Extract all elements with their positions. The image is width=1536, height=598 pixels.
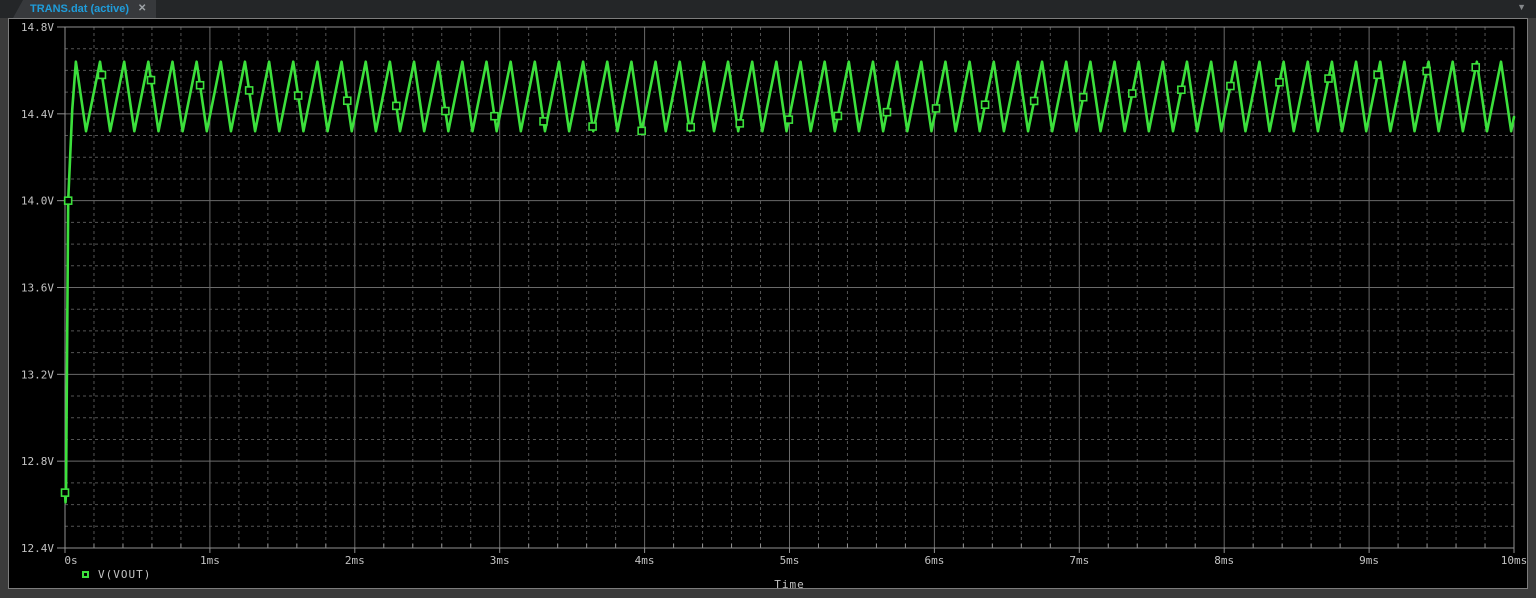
x-tick-label: 9ms	[1359, 554, 1379, 567]
data-point-marker	[195, 80, 205, 90]
data-point-marker	[1324, 74, 1333, 83]
x-tick-label: 7ms	[1069, 554, 1089, 567]
data-point-marker	[60, 488, 70, 497]
x-tick-label: 2ms	[345, 554, 365, 567]
data-point-marker	[735, 119, 745, 128]
data-point-marker	[342, 96, 352, 106]
data-point-marker	[1177, 85, 1186, 95]
data-point-marker	[1078, 92, 1088, 102]
data-point-marker	[882, 107, 892, 117]
y-tick-label: 13.6V	[21, 282, 54, 295]
x-tick-label: 3ms	[490, 554, 510, 567]
data-point-marker	[441, 106, 450, 116]
trace-legend-square-icon	[82, 571, 89, 578]
data-point-marker	[97, 70, 107, 80]
x-tick-label: 5ms	[780, 554, 800, 567]
data-point-marker	[1471, 63, 1481, 72]
data-point-marker	[146, 75, 156, 85]
y-tick-label: 12.4V	[21, 542, 54, 555]
x-tick-label: 0s	[64, 554, 77, 567]
data-point-marker	[637, 126, 646, 136]
waveform-plot-canvas[interactable]: 14.8V 14.4V 14.0V 13.6V 13.2V 12.8V 12.4V 0s 1ms…	[0, 0, 1536, 598]
data-point-marker	[244, 86, 254, 95]
x-tick-label: 1ms	[200, 554, 220, 567]
data-point-marker	[539, 117, 548, 126]
y-tick-label: 13.2V	[21, 368, 54, 381]
data-point-marker	[1029, 96, 1039, 106]
y-tick-label: 14.8V	[21, 21, 54, 34]
data-point-marker	[1373, 70, 1382, 80]
data-point-marker	[1226, 81, 1235, 91]
data-point-marker	[63, 196, 73, 205]
data-point-marker	[588, 122, 597, 131]
data-point-marker	[980, 100, 990, 109]
data-point-marker	[833, 111, 843, 121]
x-tick-label: 8ms	[1214, 554, 1234, 567]
y-tick-label: 14.0V	[21, 195, 54, 208]
y-tick-label: 12.8V	[21, 455, 54, 468]
data-point-marker	[686, 122, 696, 132]
data-point-marker	[1127, 89, 1137, 98]
data-point-marker	[784, 115, 794, 124]
data-point-marker	[1275, 77, 1284, 87]
x-tick-label: 4ms	[635, 554, 655, 567]
x-tick-label: 10ms	[1501, 554, 1528, 567]
x-axis-title: Time	[774, 578, 805, 591]
x-tick-label: 6ms	[924, 554, 944, 567]
data-point-marker	[1422, 66, 1431, 76]
data-point-marker	[293, 91, 303, 100]
data-point-marker	[490, 111, 499, 121]
y-tick-label: 14.4V	[21, 108, 54, 121]
data-point-marker	[392, 101, 401, 111]
data-point-marker	[931, 104, 941, 113]
